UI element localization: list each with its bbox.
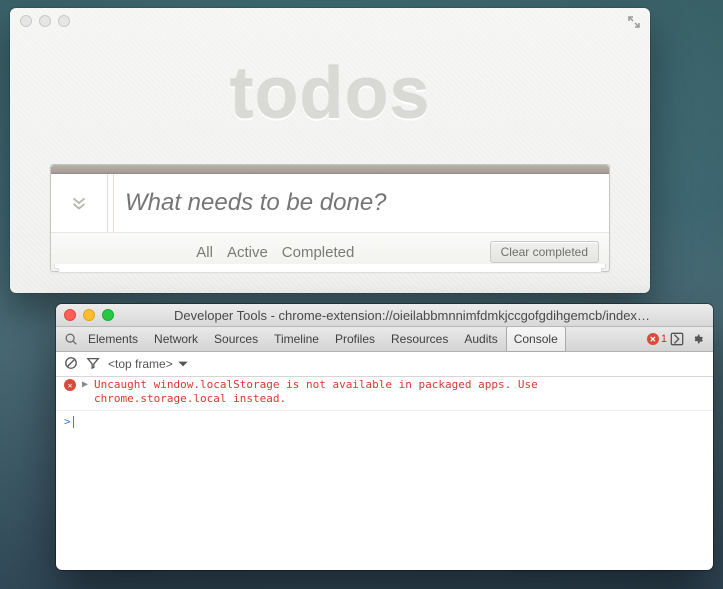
tab-sources[interactable]: Sources bbox=[206, 326, 266, 352]
traffic-min-inactive[interactable] bbox=[39, 15, 51, 27]
titlebar bbox=[10, 8, 650, 30]
chevron-down-icon bbox=[176, 357, 190, 371]
error-count-badge[interactable]: ✕ 1 bbox=[647, 333, 667, 345]
prompt-symbol: > bbox=[64, 415, 71, 428]
app-title: todos bbox=[10, 58, 650, 130]
filter-icon[interactable] bbox=[86, 356, 100, 373]
toggle-drawer-icon[interactable] bbox=[667, 332, 687, 346]
traffic-lights bbox=[64, 309, 114, 321]
traffic-close-inactive[interactable] bbox=[20, 15, 32, 27]
clear-console-icon[interactable] bbox=[64, 356, 78, 373]
paper-stack bbox=[50, 264, 610, 274]
expand-triangle-icon[interactable]: ▶ bbox=[82, 379, 88, 390]
new-todo-input[interactable] bbox=[107, 173, 609, 233]
traffic-zoom[interactable] bbox=[102, 309, 114, 321]
fullscreen-icon[interactable] bbox=[627, 15, 641, 29]
devtools-tabbar: Elements Network Sources Timeline Profil… bbox=[56, 327, 713, 352]
traffic-minimize[interactable] bbox=[83, 309, 95, 321]
frame-selector[interactable]: <top frame> bbox=[108, 357, 190, 371]
tab-console[interactable]: Console bbox=[506, 326, 566, 352]
inspect-icon[interactable] bbox=[62, 332, 80, 346]
tab-network[interactable]: Network bbox=[146, 326, 206, 352]
traffic-lights bbox=[20, 15, 70, 27]
tab-resources[interactable]: Resources bbox=[383, 326, 456, 352]
filter-completed[interactable]: Completed bbox=[282, 244, 355, 261]
console-error-row[interactable]: ✕ ▶ Uncaught window.localStorage is not … bbox=[56, 374, 713, 411]
margin-line bbox=[113, 174, 114, 232]
tab-elements[interactable]: Elements bbox=[80, 326, 146, 352]
clear-completed-button[interactable]: Clear completed bbox=[490, 241, 599, 263]
error-icon: ✕ bbox=[64, 379, 76, 391]
console-body[interactable]: ✕ ▶ Uncaught window.localStorage is not … bbox=[56, 374, 713, 570]
settings-icon[interactable] bbox=[687, 332, 707, 346]
text-cursor bbox=[73, 416, 74, 428]
todo-card: All Active Completed Clear completed bbox=[50, 164, 610, 272]
filter-active[interactable]: Active bbox=[227, 244, 268, 261]
frame-selector-label: <top frame> bbox=[108, 357, 173, 371]
filter-all[interactable]: All bbox=[196, 244, 213, 261]
error-icon: ✕ bbox=[647, 333, 659, 345]
input-row bbox=[51, 174, 609, 232]
todos-app-window: todos All Active Completed Clear complet… bbox=[10, 8, 650, 293]
traffic-close[interactable] bbox=[64, 309, 76, 321]
filter-group: All Active Completed bbox=[61, 244, 490, 261]
devtools-window: Developer Tools - chrome-extension://oie… bbox=[56, 304, 713, 570]
toggle-all-icon[interactable] bbox=[51, 192, 107, 214]
tab-profiles[interactable]: Profiles bbox=[327, 326, 383, 352]
console-prompt[interactable]: > bbox=[56, 411, 713, 432]
error-message-text: Uncaught window.localStorage is not avai… bbox=[94, 378, 538, 406]
devtools-title: Developer Tools - chrome-extension://oie… bbox=[114, 308, 713, 323]
margin-line bbox=[107, 174, 108, 232]
traffic-zoom-inactive[interactable] bbox=[58, 15, 70, 27]
stack-sheet bbox=[58, 268, 602, 273]
tab-timeline[interactable]: Timeline bbox=[266, 326, 327, 352]
devtools-titlebar: Developer Tools - chrome-extension://oie… bbox=[56, 304, 713, 327]
tab-audits[interactable]: Audits bbox=[456, 326, 505, 352]
